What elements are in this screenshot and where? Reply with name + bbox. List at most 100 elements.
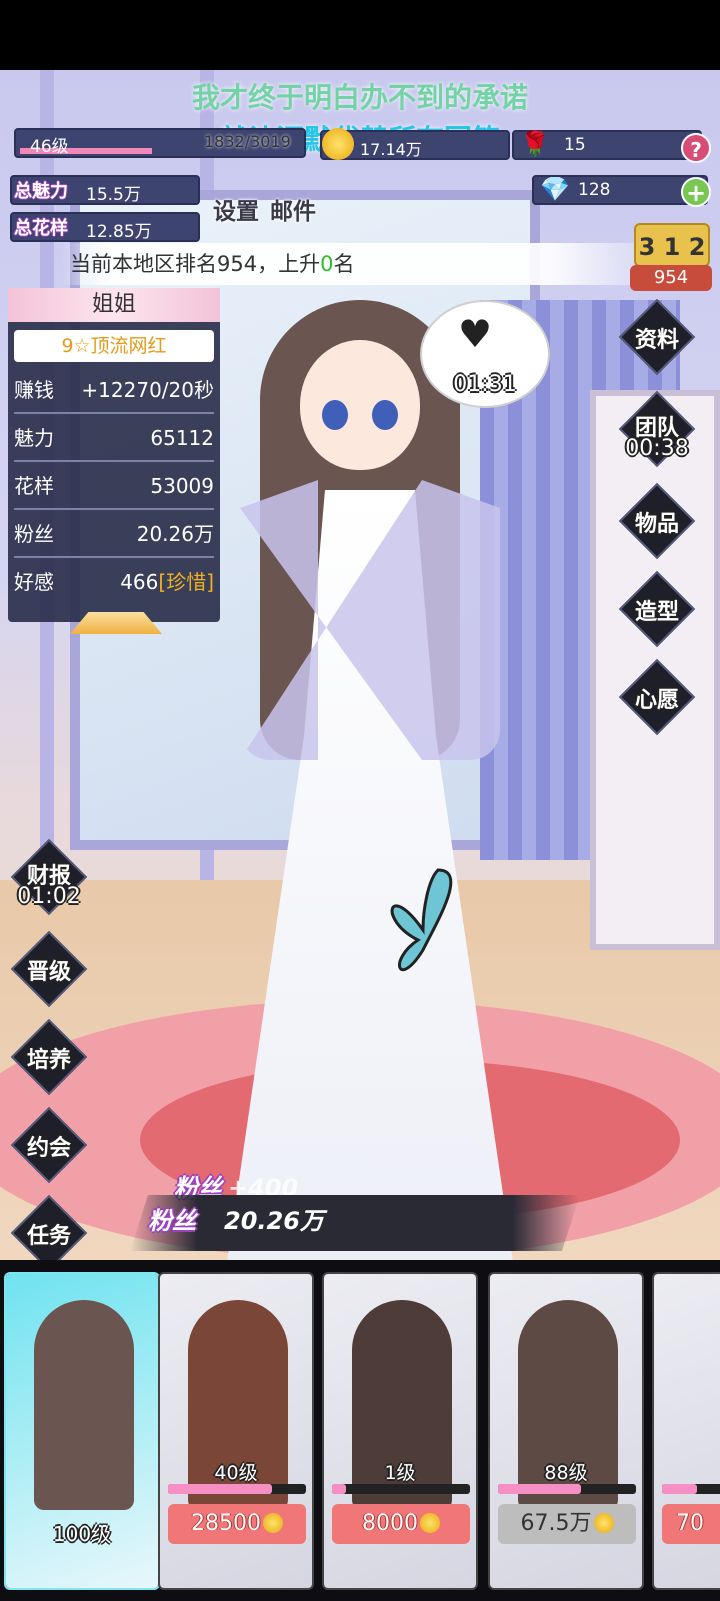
gold-value: 17.14万	[360, 140, 422, 159]
character-card[interactable]: 70	[652, 1272, 720, 1590]
outfit-button[interactable]: 造型	[618, 570, 696, 648]
gold-bar[interactable]: 17.14万	[320, 128, 510, 160]
team-button[interactable]: 团队 00:38	[618, 390, 696, 468]
stat-label: 花样	[14, 474, 54, 498]
card-progress-fill	[332, 1484, 346, 1494]
help-button[interactable]: ?	[681, 133, 711, 163]
settings-button[interactable]: 设置	[213, 192, 259, 226]
coin-icon	[322, 128, 354, 160]
profile-button[interactable]: 资料	[618, 298, 696, 376]
stat-row: 花样 53009	[14, 462, 214, 510]
fan-total-bar: 粉丝 20.26万	[130, 1195, 580, 1251]
total-style-bar: 总花样 12.85万	[10, 212, 200, 242]
button-label: 约会	[26, 1136, 71, 1161]
button-label: 培养	[26, 1048, 71, 1073]
button-timer: 01:02	[17, 884, 81, 909]
character-card-strip[interactable]: 100级 40级 28500 1级 8000 88级 67.5万 70	[0, 1260, 720, 1601]
affection-tag: [珍惜]	[158, 570, 214, 594]
unlock-price-button[interactable]: 67.5万	[498, 1504, 636, 1544]
unlock-price-button[interactable]: 28500	[168, 1504, 306, 1544]
thought-bubble[interactable]: ♥ 01:31	[420, 300, 550, 408]
finance-report-button[interactable]: 财报 01:02	[10, 838, 88, 916]
gem-value: 128	[578, 180, 611, 200]
stat-label: 好感	[14, 570, 54, 594]
card-level: 40级	[214, 1462, 258, 1484]
button-label: 资料	[634, 328, 679, 353]
card-level: 88级	[544, 1462, 588, 1484]
stat-value: 53009	[150, 474, 214, 498]
button-label: 心愿	[634, 688, 679, 713]
stat-value: 466	[120, 570, 159, 594]
total-charm-label: 总魅力	[14, 181, 68, 202]
character-face	[300, 340, 420, 470]
rank-banner: 当前本地区排名954，上升0名	[62, 243, 672, 285]
rank-change: 0	[320, 252, 334, 276]
coin-icon	[593, 1513, 614, 1533]
affection-value: 466[珍惜]	[120, 558, 214, 606]
rose-icon: 🌹	[520, 130, 550, 158]
coin-icon	[420, 1513, 440, 1533]
rank-text: 当前本地区排名954，上升	[70, 252, 321, 276]
character-card[interactable]: 40级 28500	[158, 1272, 314, 1590]
card-progress	[168, 1484, 306, 1494]
total-style-label: 总花样	[14, 218, 68, 239]
rank-suffix: 名	[333, 252, 355, 276]
character-card[interactable]: 88级 67.5万	[488, 1272, 644, 1590]
character-card[interactable]: 100级	[4, 1272, 160, 1590]
character-eye	[322, 400, 348, 430]
butterfly-icon	[390, 868, 453, 972]
date-button[interactable]: 约会	[10, 1106, 88, 1184]
stat-row: 赚钱 +12270/20秒	[14, 366, 214, 414]
unlock-price-button[interactable]: 70	[662, 1504, 720, 1544]
total-charm-bar: 总魅力 15.5万	[10, 175, 200, 205]
character-name: 姐姐	[8, 288, 220, 322]
xp-label: 1832/3019	[204, 132, 291, 151]
card-progress-fill	[168, 1484, 272, 1494]
button-timer: 00:38	[625, 436, 689, 461]
character-card[interactable]: 1级 8000	[322, 1272, 478, 1590]
bubble-timer: 01:31	[453, 372, 517, 397]
level-bar[interactable]: 46级 1832/3019	[14, 128, 306, 158]
unlock-price-button[interactable]: 8000	[332, 1504, 470, 1544]
button-label: 晋级	[26, 960, 71, 985]
stat-label: 赚钱	[14, 378, 54, 402]
character-portrait	[34, 1300, 134, 1510]
lyric-line: 我才终于明白办不到的承诺	[191, 81, 528, 114]
stat-label: 魅力	[14, 426, 54, 450]
fan-total-value: 20.26万	[224, 1207, 324, 1235]
price-value: 70	[676, 1511, 704, 1536]
character-title: 9☆顶流网红	[14, 330, 214, 362]
wish-button[interactable]: 心愿	[618, 658, 696, 736]
character-info-panel: 姐姐 9☆顶流网红 赚钱 +12270/20秒 魅力 65112 花样 53009 粉…	[8, 288, 220, 622]
items-button[interactable]: 物品	[618, 482, 696, 560]
finger-heart-icon: ♥	[458, 312, 493, 356]
button-label: 任务	[26, 1224, 71, 1249]
card-progress	[662, 1484, 720, 1494]
status-bar	[0, 0, 720, 70]
card-progress-fill	[662, 1484, 697, 1494]
price-value: 28500	[191, 1511, 261, 1536]
stat-value: 65112	[150, 426, 214, 450]
card-level: 1级	[384, 1462, 416, 1484]
price-value: 67.5万	[520, 1511, 592, 1536]
promote-button[interactable]: 晋级	[10, 930, 88, 1008]
stat-label: 粉丝	[14, 522, 54, 546]
diamond-icon: 💎	[540, 175, 570, 203]
level-label: 46级	[30, 137, 69, 157]
card-progress	[332, 1484, 470, 1494]
train-button[interactable]: 培养	[10, 1018, 88, 1096]
leaderboard-button[interactable]: 3 1 2 954	[628, 215, 714, 295]
mail-button[interactable]: 邮件	[270, 192, 316, 226]
stat-row: 好感 466[珍惜]	[14, 558, 214, 606]
stat-value: 20.26万	[136, 522, 214, 546]
stat-row: 魅力 65112	[14, 414, 214, 462]
total-charm-value: 15.5万	[86, 185, 141, 205]
button-label: 造型	[634, 600, 679, 625]
rank-value: 954	[630, 265, 712, 291]
add-gems-button[interactable]: +	[681, 177, 711, 207]
rose-bar[interactable]: 🌹 15	[512, 130, 702, 160]
stat-row: 粉丝 20.26万	[14, 510, 214, 558]
game-screen: { "lyrics": {"line1": "我才终于明白办不到的承诺", "l…	[0, 0, 720, 1601]
coin-icon	[263, 1513, 283, 1533]
total-style-value: 12.85万	[86, 222, 152, 242]
